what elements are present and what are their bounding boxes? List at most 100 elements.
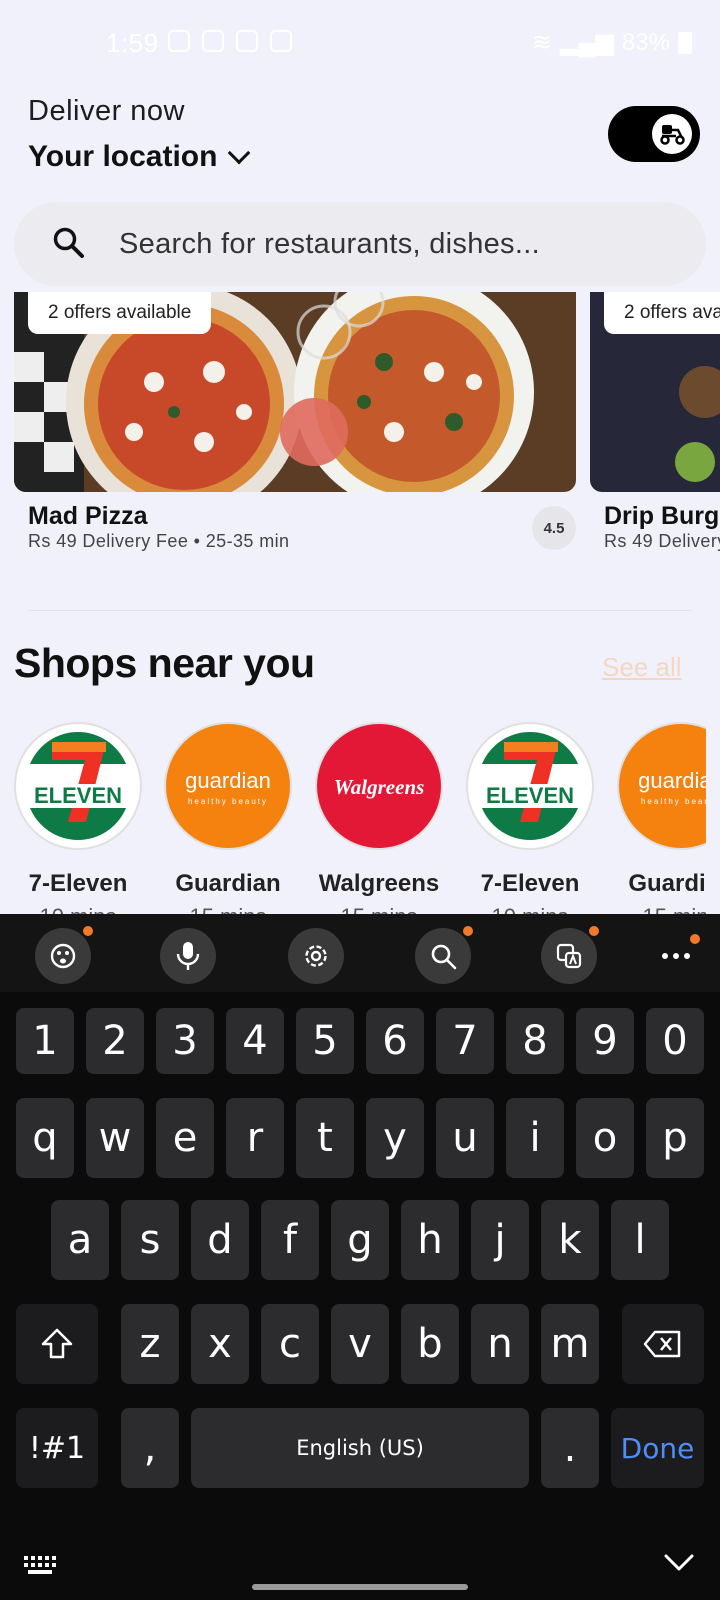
search-input[interactable]: Search for restaurants, dishes...: [119, 228, 540, 261]
signal-icon: ▂▄▆: [560, 29, 614, 56]
guardian-logo: guardian healthy beauty: [164, 722, 292, 850]
shop-item[interactable]: Walgreens Walgreens 15 mins: [304, 722, 454, 914]
svg-text:guardian: guardian: [185, 768, 271, 793]
restaurant-image: 2 offers available: [14, 292, 576, 492]
key-l[interactable]: l: [611, 1200, 669, 1280]
key-o[interactable]: o: [576, 1098, 634, 1178]
key-4[interactable]: 4: [226, 1008, 284, 1074]
shop-name: Guardian: [628, 870, 706, 897]
period-key[interactable]: .: [541, 1408, 599, 1488]
key-j[interactable]: j: [471, 1200, 529, 1280]
key-q[interactable]: q: [16, 1098, 74, 1178]
restaurant-image: 2 offers available: [590, 292, 720, 492]
gallery-icon: [236, 30, 258, 52]
restaurant-name: Drip Burger: [604, 502, 720, 530]
status-bar: 1:59 ≋ ▂▄▆ 83%: [0, 0, 720, 88]
key-9[interactable]: 9: [576, 1008, 634, 1074]
key-p[interactable]: p: [646, 1098, 704, 1178]
shift-key[interactable]: [16, 1304, 98, 1384]
offers-badge: 2 offers available: [28, 292, 212, 334]
seven-eleven-logo: ELEVEN: [14, 722, 142, 850]
location-selector[interactable]: Your location: [28, 140, 251, 174]
walgreens-logo: Walgreens: [315, 722, 443, 850]
key-1[interactable]: 1: [16, 1008, 74, 1074]
key-7[interactable]: 7: [436, 1008, 494, 1074]
key-b[interactable]: b: [401, 1304, 459, 1384]
shop-time: 15 mins: [304, 904, 454, 914]
settings-gear-icon[interactable]: [288, 928, 344, 984]
restaurant-carousel[interactable]: 2 offers available Mad Pizza Rs 49 Deliv…: [0, 292, 720, 562]
key-3[interactable]: 3: [156, 1008, 214, 1074]
key-x[interactable]: x: [191, 1304, 249, 1384]
shop-item[interactable]: ELEVEN 7-Eleven 10 mins: [455, 722, 605, 914]
shop-item[interactable]: ELEVEN 7-Eleven 10 mins: [3, 722, 153, 914]
microphone-icon[interactable]: [160, 928, 216, 984]
shop-name: Walgreens: [318, 870, 440, 897]
key-6[interactable]: 6: [366, 1008, 424, 1074]
svg-text:healthy beauty: healthy beauty: [641, 797, 706, 806]
battery-icon: [678, 31, 692, 54]
svg-text:healthy beauty: healthy beauty: [188, 797, 268, 806]
key-r[interactable]: r: [226, 1098, 284, 1178]
key-e[interactable]: e: [156, 1098, 214, 1178]
comma-key[interactable]: ,: [121, 1408, 179, 1488]
svg-text:ELEVEN: ELEVEN: [34, 783, 122, 808]
key-m[interactable]: m: [541, 1304, 599, 1384]
svg-text:ELEVEN: ELEVEN: [486, 783, 574, 808]
search-icon[interactable]: [415, 926, 473, 984]
battery-percent: 83%: [621, 28, 670, 56]
section-divider: [28, 610, 692, 611]
space-key[interactable]: English (US): [191, 1408, 529, 1488]
restaurant-card[interactable]: 2 offers available Drip Burger Rs 49 Del…: [590, 292, 720, 552]
notification-icons: [168, 30, 292, 52]
key-n[interactable]: n: [471, 1304, 529, 1384]
key-y[interactable]: y: [366, 1098, 424, 1178]
key-w[interactable]: w: [86, 1098, 144, 1178]
more-options-icon[interactable]: [648, 928, 704, 984]
svg-text:guardian: guardian: [638, 768, 706, 793]
search-icon: [52, 226, 86, 265]
key-2[interactable]: 2: [86, 1008, 144, 1074]
key-d[interactable]: d: [191, 1200, 249, 1280]
key-h[interactable]: h: [401, 1200, 459, 1280]
key-s[interactable]: s: [121, 1200, 179, 1280]
restaurant-name: Mad Pizza: [28, 502, 148, 530]
shop-item[interactable]: guardian healthy beauty Guardian 15 mins: [153, 722, 303, 914]
shop-item[interactable]: guardian healthy beauty Guardian 15 mins: [606, 722, 706, 914]
emoji-icon[interactable]: [35, 926, 93, 984]
key-g[interactable]: g: [331, 1200, 389, 1280]
key-f[interactable]: f: [261, 1200, 319, 1280]
seven-eleven-logo: ELEVEN: [466, 722, 594, 850]
wifi-icon: ≋: [531, 29, 553, 56]
key-5[interactable]: 5: [296, 1008, 354, 1074]
key-c[interactable]: c: [261, 1304, 319, 1384]
key-i[interactable]: i: [506, 1098, 564, 1178]
lock-icon: [270, 30, 292, 52]
restaurant-card[interactable]: 2 offers available Mad Pizza Rs 49 Deliv…: [14, 292, 576, 552]
key-a[interactable]: a: [51, 1200, 109, 1280]
delivery-mode-toggle[interactable]: [608, 106, 700, 162]
key-u[interactable]: u: [436, 1098, 494, 1178]
key-z[interactable]: z: [121, 1304, 179, 1384]
shop-time: 15 mins: [606, 904, 706, 914]
hide-keyboard-icon[interactable]: [664, 1554, 694, 1577]
shops-carousel[interactable]: ELEVEN 7-Eleven 10 mins guardian healthy…: [0, 722, 706, 914]
svg-text:Walgreens: Walgreens: [334, 775, 425, 799]
key-v[interactable]: v: [331, 1304, 389, 1384]
see-all-link[interactable]: See all: [602, 652, 682, 683]
symbols-key[interactable]: !#1: [16, 1408, 98, 1488]
done-key[interactable]: Done: [611, 1408, 704, 1488]
rating-badge: 4.5: [532, 506, 576, 550]
notification-dot: [690, 934, 700, 944]
backspace-key[interactable]: [622, 1304, 704, 1384]
key-8[interactable]: 8: [506, 1008, 564, 1074]
section-title: Shops near you: [14, 640, 315, 686]
key-k[interactable]: k: [541, 1200, 599, 1280]
app-icon: [202, 30, 224, 52]
key-0[interactable]: 0: [646, 1008, 704, 1074]
key-t[interactable]: t: [296, 1098, 354, 1178]
keyboard-switch-icon[interactable]: [22, 1554, 58, 1581]
home-indicator[interactable]: [252, 1584, 468, 1590]
search-bar[interactable]: Search for restaurants, dishes...: [14, 202, 706, 286]
translate-icon[interactable]: [541, 926, 599, 984]
